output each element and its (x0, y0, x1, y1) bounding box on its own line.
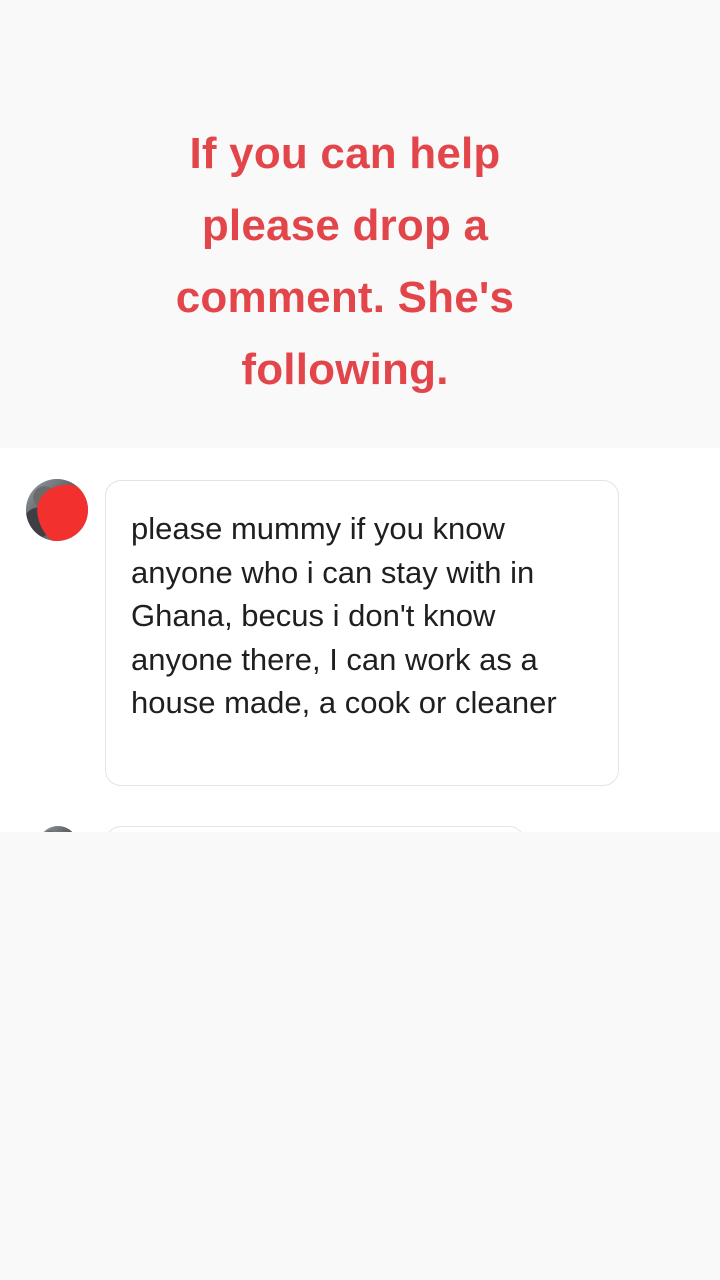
comment-panel: please mummy if you know anyone who i ca… (0, 448, 720, 832)
video-frame: If you can help please drop a comment. S… (0, 0, 720, 1280)
comment-bubble: please mummy if you know anyone who i ca… (105, 480, 619, 786)
overlay-caption: If you can help please drop a comment. S… (175, 129, 515, 394)
comment-text: please mummy if you know anyone who i ca… (131, 511, 557, 720)
next-commenter-avatar (38, 826, 78, 832)
next-comment-bubble (105, 826, 525, 832)
avatar-photo (38, 826, 78, 832)
commenter-avatar (26, 479, 88, 541)
